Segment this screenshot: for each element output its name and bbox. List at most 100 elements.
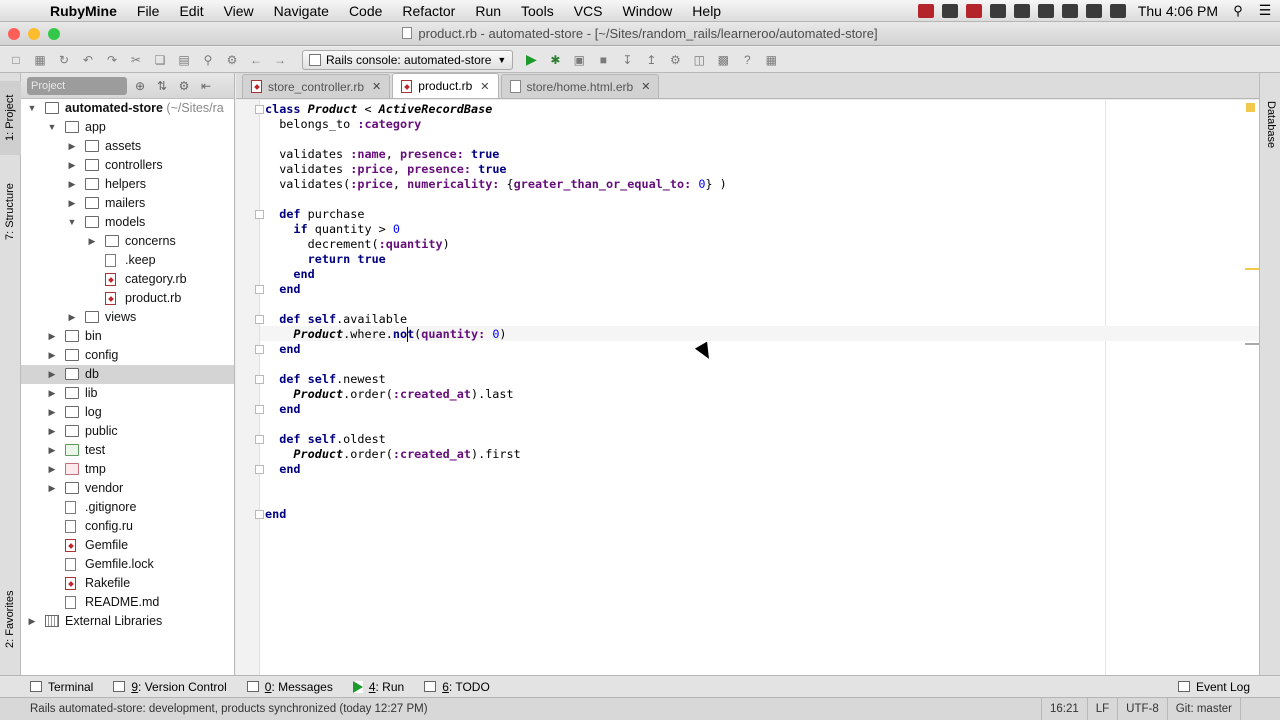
terminal-icon[interactable]: ▩ — [712, 50, 734, 70]
editor-tab-product[interactable]: product.rb ✕ — [392, 73, 499, 98]
code-line[interactable]: end — [265, 282, 300, 297]
chevron-right-icon[interactable]: ▶ — [47, 460, 57, 479]
replace-icon[interactable]: ⚙ — [221, 50, 243, 70]
open-folder-icon[interactable]: □ — [5, 50, 27, 70]
tree-file-keep[interactable]: .keep — [21, 251, 234, 270]
chevron-right-icon[interactable]: ▶ — [47, 422, 57, 441]
fold-marker-icon[interactable] — [255, 465, 264, 474]
menu-view[interactable]: View — [214, 0, 264, 22]
cut-icon[interactable]: ✂ — [125, 50, 147, 70]
sync-icon[interactable]: ↻ — [53, 50, 75, 70]
tree-folder-controllers[interactable]: ▶ controllers — [21, 156, 234, 175]
coverage-icon[interactable]: ▣ — [568, 50, 590, 70]
airplay-icon[interactable] — [1013, 3, 1030, 18]
chevron-right-icon[interactable]: ▶ — [47, 441, 57, 460]
scroll-from-source-icon[interactable]: ⊕ — [131, 79, 149, 93]
tree-external-libraries[interactable]: ▶ External Libraries — [21, 612, 234, 631]
tree-file-product-rb[interactable]: product.rb — [21, 289, 234, 308]
tree-folder-public[interactable]: ▶ public — [21, 422, 234, 441]
code-line[interactable]: Product.order(:created_at).last — [265, 387, 513, 402]
chevron-right-icon[interactable]: ▶ — [47, 365, 57, 384]
copy-icon[interactable]: ❏ — [149, 50, 171, 70]
code-line[interactable]: decrement(:quantity) — [265, 237, 450, 252]
code-line[interactable]: def self.available — [265, 312, 407, 327]
run-tool-button[interactable]: 4: Run — [343, 680, 414, 694]
tree-folder-config[interactable]: ▶ config — [21, 346, 234, 365]
editor-gutter[interactable] — [236, 100, 260, 675]
tree-folder-mailers[interactable]: ▶ mailers — [21, 194, 234, 213]
tree-folder-bin[interactable]: ▶ bin — [21, 327, 234, 346]
minimize-window-button[interactable] — [28, 28, 40, 40]
menu-app-name[interactable]: RubyMine — [40, 0, 127, 22]
fold-marker-icon[interactable] — [255, 315, 264, 324]
status-message[interactable]: Rails automated-store: development, prod… — [0, 703, 428, 715]
chevron-down-icon[interactable]: ▼ — [27, 99, 37, 118]
hide-panel-icon[interactable]: ⇤ — [197, 79, 215, 93]
editor-tab-home-erb[interactable]: store/home.html.erb ✕ — [500, 74, 660, 98]
code-line[interactable]: def self.newest — [265, 372, 386, 387]
structure-tool-tab[interactable]: 7: Structure — [0, 169, 21, 255]
menu-tools[interactable]: Tools — [511, 0, 564, 22]
menu-edit[interactable]: Edit — [169, 0, 213, 22]
forward-icon[interactable]: → — [269, 50, 291, 70]
menu-window[interactable]: Window — [613, 0, 683, 22]
inspection-status-icon[interactable] — [1246, 103, 1255, 112]
chevron-right-icon[interactable]: ▶ — [47, 346, 57, 365]
fold-marker-icon[interactable] — [255, 510, 264, 519]
app-tray-icon[interactable] — [965, 3, 982, 18]
tree-folder-models[interactable]: ▼ models — [21, 213, 234, 232]
tree-folder-test[interactable]: ▶ test — [21, 441, 234, 460]
menu-file[interactable]: File — [127, 0, 170, 22]
tree-folder-app[interactable]: ▼ app — [21, 118, 234, 137]
notification-center-icon[interactable]: ☰ — [1250, 2, 1280, 19]
tree-file-category-rb[interactable]: category.rb — [21, 270, 234, 289]
fold-marker-icon[interactable] — [255, 210, 264, 219]
collapse-all-icon[interactable]: ⇅ — [153, 79, 171, 93]
close-window-button[interactable] — [8, 28, 20, 40]
zoom-window-button[interactable] — [48, 28, 60, 40]
fold-marker-icon[interactable] — [255, 105, 264, 114]
undo-icon[interactable]: ↶ — [77, 50, 99, 70]
chevron-right-icon[interactable]: ▶ — [87, 232, 97, 251]
chevron-down-icon[interactable]: ▼ — [47, 118, 57, 137]
version-control-tool-button[interactable]: 9: Version Control — [103, 680, 236, 694]
debug-icon[interactable]: ✱ — [544, 50, 566, 70]
event-log-tool-button[interactable]: Event Log — [1168, 680, 1280, 694]
warning-stripe-mark[interactable] — [1245, 268, 1259, 270]
stop-icon[interactable]: ■ — [592, 50, 614, 70]
paste-icon[interactable]: ▤ — [173, 50, 195, 70]
vcs-commit-icon[interactable]: ↥ — [640, 50, 662, 70]
fold-marker-icon[interactable] — [255, 435, 264, 444]
wifi-icon[interactable] — [1061, 3, 1078, 18]
editor-tab-store-controller[interactable]: store_controller.rb ✕ — [242, 74, 391, 98]
code-editor[interactable]: class Product < ActiveRecordBase belongs… — [236, 100, 1259, 675]
chevron-right-icon[interactable]: ▶ — [27, 612, 37, 631]
code-line[interactable]: end — [265, 402, 300, 417]
find-icon[interactable]: ⚲ — [197, 50, 219, 70]
flag-icon[interactable] — [1085, 3, 1102, 18]
code-line[interactable]: validates :price, presence: true — [265, 162, 506, 177]
tree-file-config-ru[interactable]: config.ru — [21, 517, 234, 536]
fold-marker-icon[interactable] — [255, 375, 264, 384]
chevron-right-icon[interactable]: ▶ — [47, 384, 57, 403]
tree-root-automated-store[interactable]: ▼ automated-store (~/Sites/ra — [21, 99, 234, 118]
run-configuration-select[interactable]: Rails console: automated-store ▼ — [302, 49, 514, 70]
fold-marker-icon[interactable] — [255, 285, 264, 294]
chevron-right-icon[interactable]: ▶ — [67, 308, 77, 327]
tree-folder-tmp[interactable]: ▶ tmp — [21, 460, 234, 479]
run-icon[interactable]: ▶ — [520, 50, 542, 70]
save-all-icon[interactable]: ▦ — [29, 50, 51, 70]
fold-marker-icon[interactable] — [255, 345, 264, 354]
code-line[interactable]: return true — [265, 252, 386, 267]
settings-icon[interactable]: ⚙ — [664, 50, 686, 70]
database-tool-tab[interactable]: Database — [1260, 101, 1280, 148]
chevron-right-icon[interactable]: ▶ — [47, 479, 57, 498]
caret-position[interactable]: 16:21 — [1040, 698, 1087, 720]
tree-folder-helpers[interactable]: ▶ helpers — [21, 175, 234, 194]
messages-tool-button[interactable]: 0: Messages — [237, 680, 343, 694]
code-line[interactable]: belongs_to :category — [265, 117, 421, 132]
code-line[interactable]: Product.where.not(quantity: 0) — [265, 327, 506, 342]
code-line[interactable]: validates :name, presence: true — [265, 147, 499, 162]
code-line[interactable]: Product.order(:created_at).first — [265, 447, 520, 462]
close-icon[interactable]: ✕ — [480, 80, 489, 93]
